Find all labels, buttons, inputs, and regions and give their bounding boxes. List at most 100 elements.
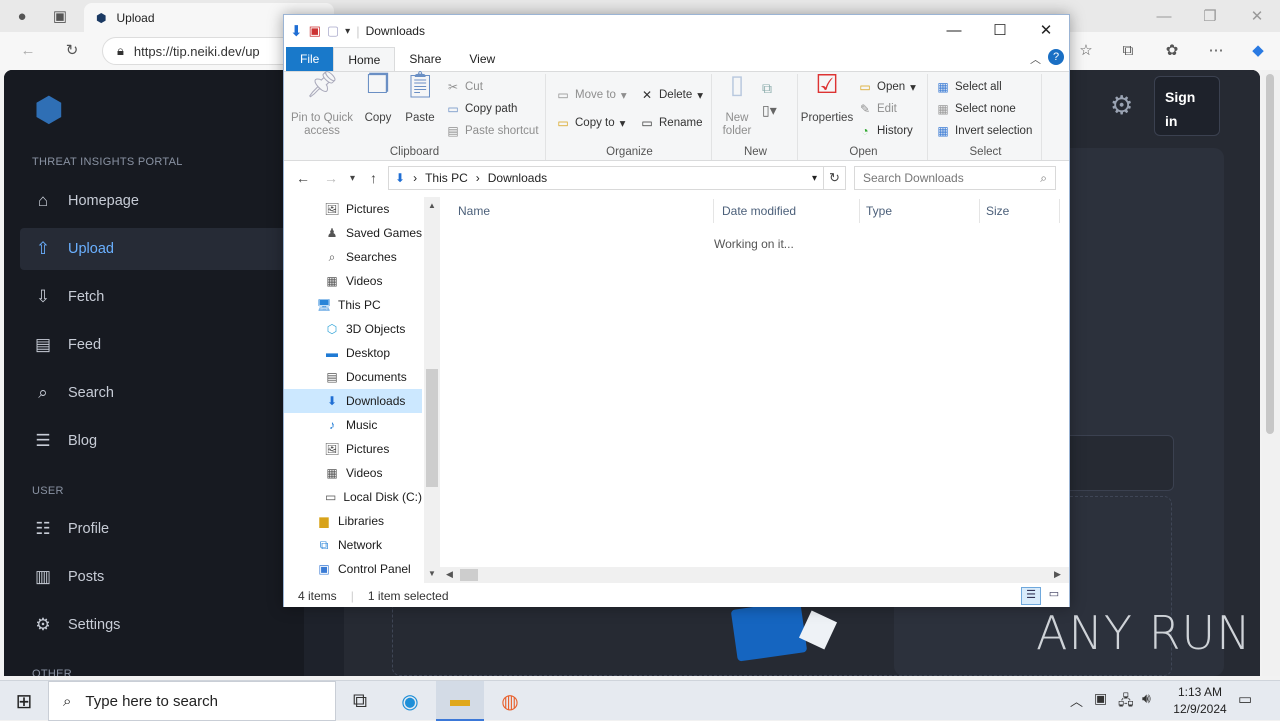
back-icon[interactable]: ← [14, 36, 42, 64]
firefox-icon[interactable]: ◍ [486, 681, 534, 721]
h-scroll-thumb[interactable] [460, 569, 478, 581]
nav-item-libraries[interactable]: ▆ Libraries [284, 509, 422, 533]
sidebar-item-profile[interactable]: ☷ Profile [20, 508, 292, 550]
minimize-icon[interactable]: — [931, 15, 977, 45]
nav-item-pictures[interactable]: 🖼︎ Pictures [284, 197, 422, 221]
help-icon[interactable]: ? [1048, 49, 1064, 65]
tab-actions-icon[interactable]: ▣ [46, 2, 74, 30]
nav-item-videos[interactable]: ▦ Videos [284, 269, 422, 293]
nav-item-downloads[interactable]: ⬇ Downloads [284, 389, 422, 413]
nav-item-saved-games[interactable]: ♟ Saved Games [284, 221, 422, 245]
sidebar-item-blog[interactable]: ☰ Blog [20, 420, 292, 462]
copy-to-button[interactable]: ▭ Copy to ▾ [556, 116, 625, 130]
paste-button[interactable]: 📋︎ Paste [402, 71, 438, 125]
horizontal-scrollbar[interactable]: ◀ ▶ [440, 567, 1069, 583]
details-view-icon[interactable]: ☰ [1021, 587, 1041, 605]
scroll-thumb[interactable] [426, 369, 438, 487]
sidebar-item-fetch[interactable]: ⇩ Fetch [20, 276, 292, 318]
close-icon[interactable]: ✕ [1023, 15, 1069, 45]
nav-item-network[interactable]: ⧉ Network [284, 533, 422, 557]
properties-quick-icon[interactable]: ▣ [309, 23, 321, 39]
address-bar[interactable]: 🔒︎ https://tip.neiki.dev/up [102, 37, 302, 65]
favorite-icon[interactable]: ☆ [1072, 36, 1100, 64]
taskbar-search-input[interactable]: ⌕ Type here to search [48, 681, 336, 721]
breadcrumb-this-pc[interactable]: This PC [425, 171, 468, 185]
tab-share[interactable]: Share [395, 47, 455, 71]
settings-gear-icon[interactable]: ⚙ [1110, 90, 1133, 121]
refresh-icon[interactable]: ↻ [824, 166, 846, 190]
close-browser-icon[interactable]: ✕ [1243, 2, 1271, 30]
cut-button[interactable]: ✂ Cut [446, 80, 483, 94]
nav-item-documents[interactable]: ▤ Documents [284, 365, 422, 389]
sidebar-item-search[interactable]: ⌕ Search [20, 372, 292, 414]
profile-icon[interactable]: ● [8, 2, 36, 30]
recent-locations-icon[interactable]: ▾ [350, 173, 355, 184]
tab-view[interactable]: View [455, 47, 509, 71]
network-tray-icon[interactable]: 🖧︎ [1118, 690, 1134, 714]
sidebar-item-posts[interactable]: ▥ Posts [20, 556, 292, 598]
nav-item-this-pc[interactable]: 🖥︎ This PC [284, 293, 422, 317]
nav-item-pictures[interactable]: 🖼︎ Pictures [284, 437, 422, 461]
nav-item-3d-objects[interactable]: ⬡ 3D Objects [284, 317, 422, 341]
scroll-right-icon[interactable]: ▶ [1054, 569, 1061, 580]
edit-button[interactable]: ✎ Edit [858, 102, 897, 116]
sidebar-item-settings[interactable]: ⚙ Settings [20, 604, 292, 646]
edge-browser-icon[interactable]: ◉ [386, 681, 434, 721]
copilot-icon[interactable]: ◆ [1244, 36, 1272, 64]
copy-button[interactable]: ❐ Copy [360, 71, 396, 125]
tab-home[interactable]: Home [333, 47, 396, 71]
column-size[interactable]: Size [980, 199, 1060, 223]
scroll-left-icon[interactable]: ◀ [446, 569, 453, 580]
history-button[interactable]: ◔ History [858, 124, 912, 138]
volume-icon[interactable]: 🔊︎ [1142, 690, 1151, 707]
paste-shortcut-button[interactable]: ▤ Paste shortcut [446, 124, 538, 138]
sign-in-button[interactable]: Sign in [1154, 76, 1220, 136]
tab-file[interactable]: File [286, 47, 334, 71]
reload-icon[interactable]: ↻ [58, 36, 86, 64]
move-to-button[interactable]: ▭ Move to ▾ [556, 88, 626, 102]
column-name[interactable]: Name [452, 199, 714, 223]
up-icon[interactable]: ↑ [370, 170, 377, 186]
sidebar-item-homepage[interactable]: ⌂ Homepage [20, 180, 292, 222]
large-icons-view-icon[interactable]: ▭ [1044, 587, 1064, 605]
scroll-up-icon[interactable]: ▲ [428, 201, 436, 210]
new-folder-quick-icon[interactable]: ▢ [327, 23, 339, 39]
device-icon[interactable]: ▣ [1094, 690, 1107, 707]
copy-path-button[interactable]: ▭ Copy path [446, 102, 517, 116]
show-hidden-icons-icon[interactable]: ︿ [1070, 691, 1083, 710]
new-item-icon[interactable]: ⧉ [762, 80, 772, 97]
nav-item-music[interactable]: ♪ Music [284, 413, 422, 437]
quick-access-dropdown-icon[interactable]: ▾ [345, 26, 350, 37]
column-date-modified[interactable]: Date modified [716, 199, 860, 223]
new-folder-button[interactable]: ▯ New folder [718, 71, 756, 138]
nav-item-desktop[interactable]: ▬ Desktop [284, 341, 422, 365]
restore-browser-icon[interactable]: ❐ [1196, 2, 1224, 30]
more-icon[interactable]: ⋯ [1202, 36, 1230, 64]
open-button[interactable]: ▭ Open ▾ [858, 80, 916, 94]
nav-item-local-disk-c[interactable]: ▭ Local Disk (C:) [284, 485, 422, 509]
pin-quick-access-button[interactable]: 📌︎ Pin to Quick access [290, 71, 354, 138]
nav-item-videos[interactable]: ▦ Videos [284, 461, 422, 485]
sidebar-item-feed[interactable]: ▤ Feed [20, 324, 292, 366]
rename-button[interactable]: ▭ Rename [640, 116, 702, 130]
easy-access-icon[interactable]: ▯▾ [762, 102, 777, 119]
start-windows-icon[interactable]: ⊞ [0, 681, 48, 721]
nav-item-searches[interactable]: ⌕ Searches [284, 245, 422, 269]
search-input[interactable]: Search Downloads ⌕ [854, 166, 1056, 190]
navigation-pane-scrollbar[interactable]: ▲ ▼ [424, 197, 440, 583]
notifications-icon[interactable]: ▭ [1238, 690, 1252, 708]
sidebar-item-upload[interactable]: ⇧ Upload [20, 228, 292, 270]
scroll-down-icon[interactable]: ▼ [428, 569, 436, 578]
back-icon[interactable]: ← [296, 170, 310, 186]
breadcrumb[interactable]: ⬇ › This PC › Downloads ▾ [388, 166, 824, 190]
forward-icon[interactable]: → [324, 170, 338, 186]
page-scroll-thumb[interactable] [1266, 74, 1274, 434]
extensions-icon[interactable]: ✿ [1158, 36, 1186, 64]
select-none-button[interactable]: ▦ Select none [936, 102, 1015, 116]
invert-selection-button[interactable]: ▦ Invert selection [936, 124, 1032, 138]
address-dropdown-icon[interactable]: ▾ [812, 173, 817, 184]
breadcrumb-downloads[interactable]: Downloads [488, 171, 547, 185]
minimize-browser-icon[interactable]: — [1150, 2, 1178, 30]
file-explorer-icon[interactable]: ▬ [436, 681, 484, 721]
delete-button[interactable]: ✕ Delete ▾ [640, 88, 703, 102]
